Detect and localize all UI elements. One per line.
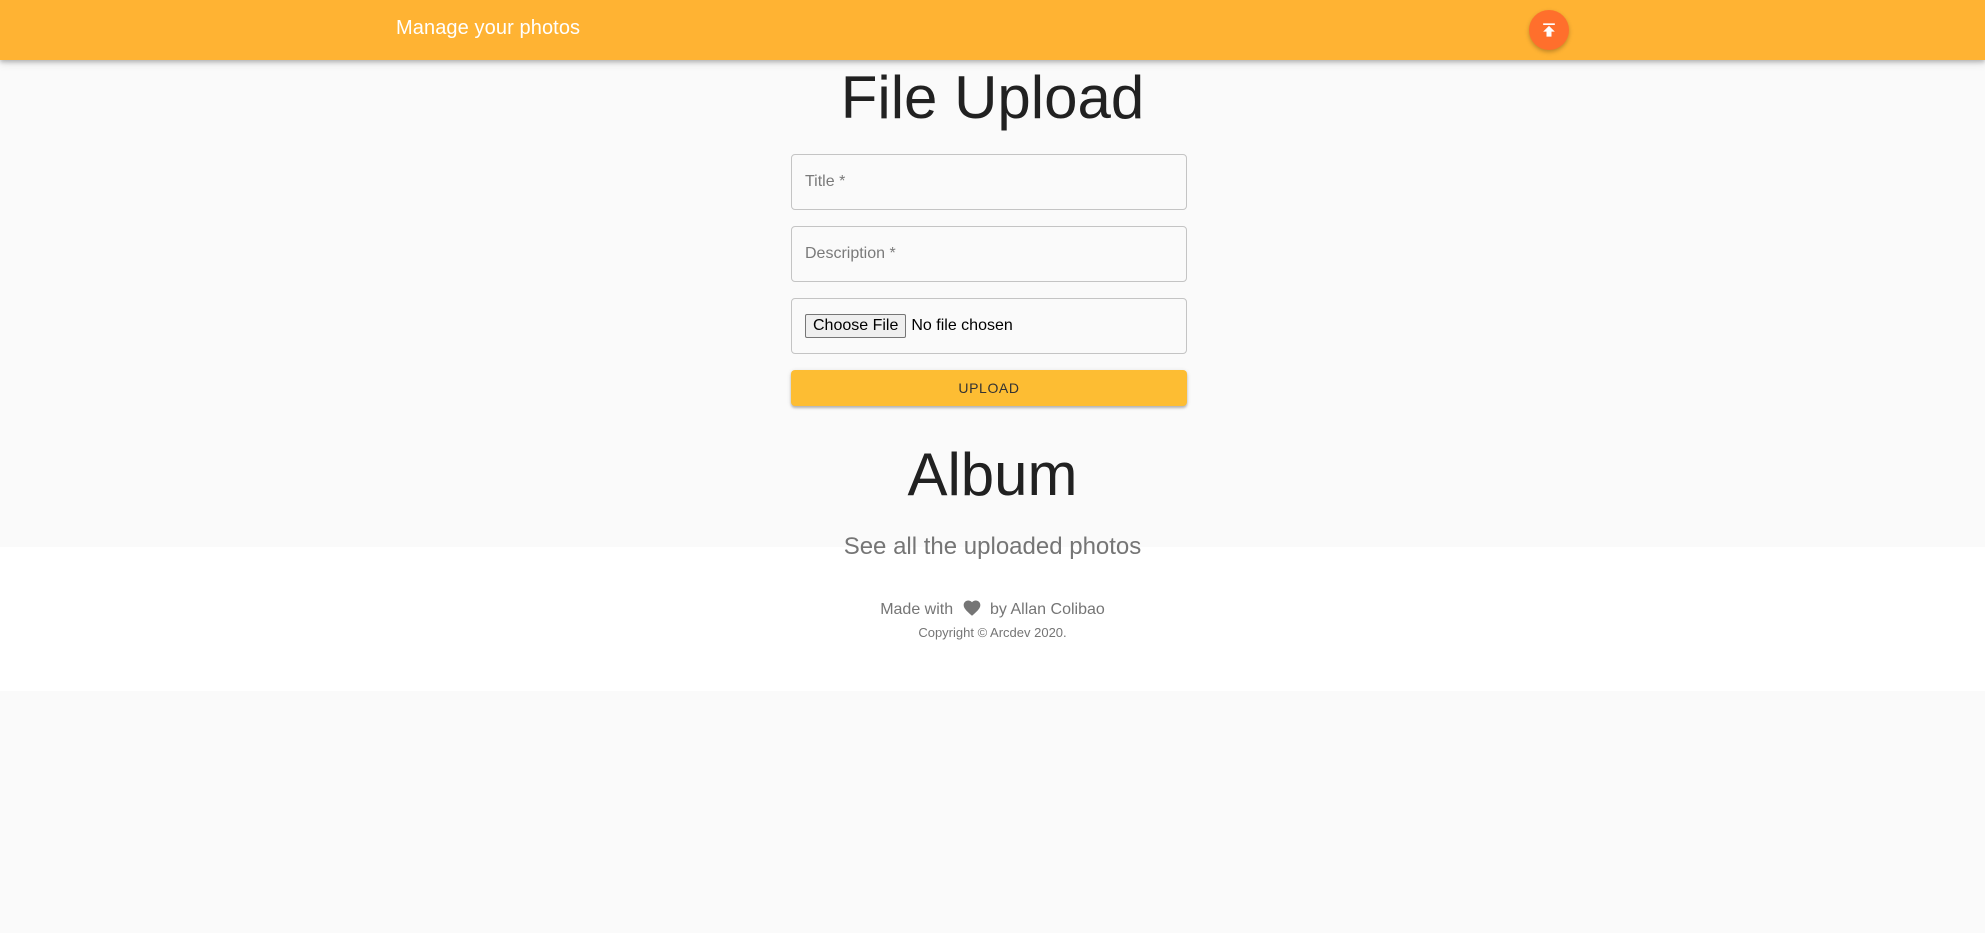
choose-file-button[interactable]: Choose File [805,314,907,338]
made-with-text: Made with [880,601,954,618]
file-status-text: No file chosen [911,317,1013,334]
upload-fab-button[interactable] [1529,10,1569,50]
title-input[interactable] [792,155,1186,209]
copyright-text: Copyright © Arcdev 2020. [918,625,1067,640]
footer [0,547,1985,691]
album-subtitle: See all the uploaded photos [843,533,1142,560]
file-field: Choose File No file chosen [791,298,1187,354]
heart-icon [963,600,980,616]
made-with-credit: Made with by Allan Colibao [0,598,1985,619]
upload-button[interactable]: UPLOAD [791,370,1187,406]
album-heading: Album [907,441,1078,508]
description-field[interactable] [791,226,1187,282]
publish-icon [1543,23,1555,37]
file-upload-heading: File Upload [840,64,1145,131]
description-input[interactable] [792,227,1186,281]
app-title: Manage your photos [396,17,581,39]
author-text: by Allan Colibao [990,601,1105,618]
app-bar: Manage your photos [0,0,1985,60]
title-field[interactable] [791,154,1187,210]
